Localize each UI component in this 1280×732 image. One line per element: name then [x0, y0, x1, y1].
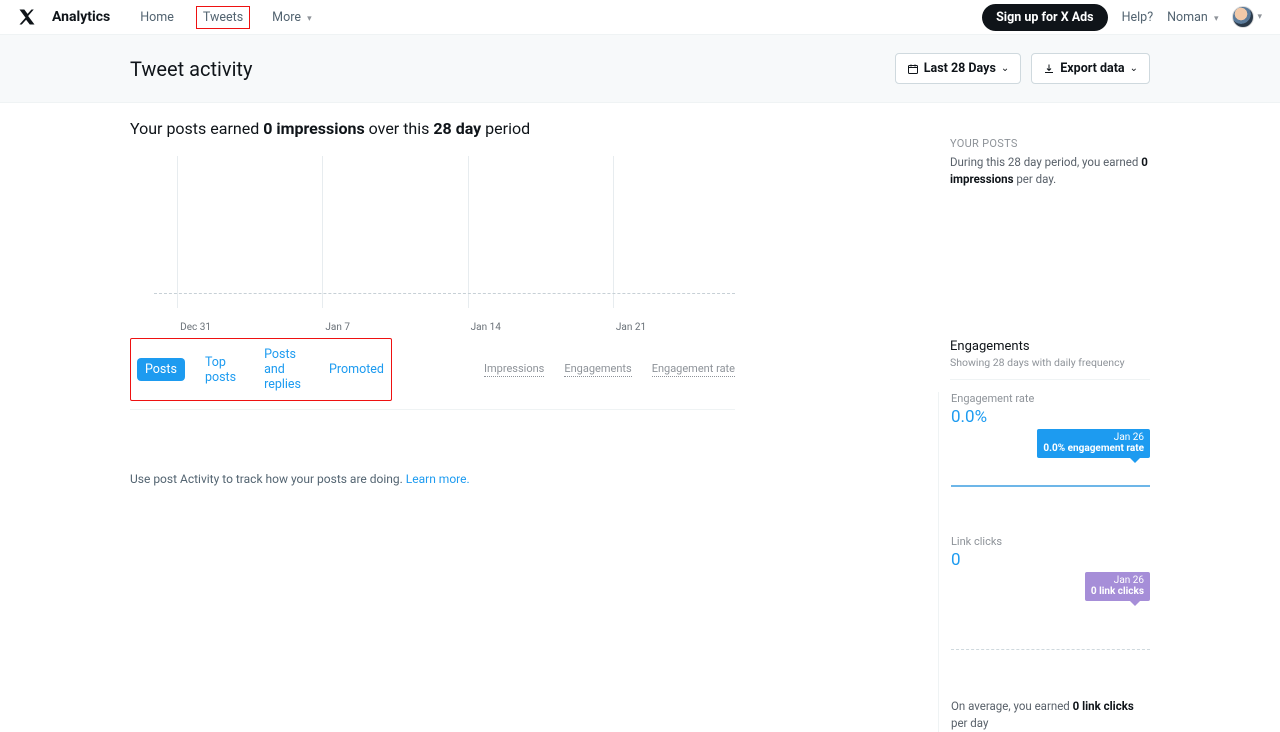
x-logo-icon [18, 8, 36, 26]
callout-date: Jan 26 [1043, 432, 1144, 443]
signup-button[interactable]: Sign up for X Ads [982, 4, 1108, 31]
brand-label: Analytics [52, 9, 110, 25]
left-column: Your posts earned 0 impressions over thi… [130, 103, 735, 732]
x-tick: Jan 21 [616, 322, 646, 333]
download-icon [1043, 63, 1055, 75]
post-filter-row: Posts Top posts Posts and replies Promot… [130, 332, 735, 410]
tab-posts-replies[interactable]: Posts and replies [256, 343, 309, 396]
engagement-rate-sparkline [951, 463, 1150, 507]
avg-suffix: per day [951, 716, 988, 730]
summary-middle: over this [365, 119, 434, 138]
right-column: YOUR POSTS During this 28 day period, yo… [950, 103, 1150, 732]
avatar [1232, 6, 1254, 28]
avg-link-clicks-text: On average, you earned 0 link clicks per… [951, 698, 1150, 732]
username-menu[interactable]: Noman ▾ [1167, 10, 1218, 25]
chevron-down-icon: ▾ [1214, 14, 1219, 24]
your-posts-label: YOUR POSTS [950, 137, 1150, 150]
daterange-button[interactable]: Last 28 Days ⌄ [895, 53, 1022, 84]
link-clicks-label: Link clicks [951, 535, 1150, 548]
chevron-down-icon: ⌄ [1130, 63, 1138, 74]
page-title: Tweet activity [130, 57, 252, 81]
nav-tweets[interactable]: Tweets [196, 6, 250, 29]
chevron-down-icon: ⌄ [1001, 63, 1009, 74]
post-filter-tabs: Posts Top posts Posts and replies Promot… [130, 338, 392, 401]
link-clicks-value: 0 [951, 550, 1150, 570]
avg-bold: 0 link clicks [1073, 699, 1134, 713]
activity-hint: Use post Activity to track how your post… [130, 472, 735, 486]
metric-column-tabs: Impressions Engagements Engagement rate [484, 362, 735, 377]
tab-posts[interactable]: Posts [137, 358, 185, 381]
link-clicks-sparkline [951, 606, 1150, 650]
tab-top-posts[interactable]: Top posts [197, 351, 244, 389]
metric-engagements[interactable]: Engagements [564, 362, 631, 377]
nav-more-label: More [272, 10, 301, 25]
x-tick: Jan 7 [325, 322, 350, 333]
help-link[interactable]: Help? [1122, 10, 1154, 25]
x-tick: Jan 14 [471, 322, 501, 333]
impressions-summary: Your posts earned 0 impressions over thi… [130, 119, 735, 138]
engagement-rate-label: Engagement rate [951, 392, 1150, 405]
impressions-chart: Dec 31 Jan 7 Jan 14 Jan 21 [154, 156, 735, 326]
tab-promoted[interactable]: Promoted [321, 358, 392, 381]
nav-home[interactable]: Home [134, 7, 180, 28]
hint-text: Use post Activity to track how your post… [130, 472, 406, 486]
x-tick: Dec 31 [180, 322, 211, 333]
top-nav: Analytics Home Tweets More ▾ Sign up for… [0, 0, 1280, 35]
nav-more[interactable]: More ▾ [266, 7, 317, 28]
summary-period: 28 day [433, 119, 481, 138]
engagements-sub: Showing 28 days with daily frequency [950, 356, 1150, 369]
export-label: Export data [1060, 61, 1124, 76]
callout-value: 0 link clicks [1091, 586, 1144, 597]
callout-value: 0.0% engagement rate [1043, 443, 1144, 454]
metric-impressions[interactable]: Impressions [484, 362, 544, 377]
daterange-label: Last 28 Days [924, 61, 996, 76]
engagement-rate-block: Engagement rate 0.0% Jan 26 0.0% engagem… [951, 392, 1150, 507]
calendar-icon [907, 63, 919, 75]
learn-more-link[interactable]: Learn more. [406, 472, 470, 486]
summary-prefix: Your posts earned [130, 119, 263, 138]
main-content: Your posts earned 0 impressions over thi… [130, 103, 1150, 732]
export-button[interactable]: Export data ⌄ [1031, 53, 1150, 84]
page-header-strip: Tweet activity Last 28 Days ⌄ Export dat… [0, 35, 1280, 103]
your-posts-prefix: During this 28 day period, you earned [950, 155, 1141, 169]
chevron-down-icon: ▾ [307, 14, 312, 24]
summary-impressions: 0 impressions [263, 119, 365, 138]
avg-prefix: On average, you earned [951, 699, 1073, 713]
your-posts-suffix: per day. [1014, 172, 1057, 186]
engagements-title: Engagements [950, 339, 1150, 354]
top-nav-right: Sign up for X Ads Help? Noman ▾ ▾ [982, 4, 1262, 31]
username-label: Noman [1167, 10, 1208, 25]
top-nav-left: Analytics Home Tweets More ▾ [18, 6, 318, 29]
metric-engagement-rate[interactable]: Engagement rate [652, 362, 735, 377]
chevron-down-icon: ▾ [1257, 12, 1262, 22]
account-switcher[interactable]: ▾ [1232, 6, 1262, 28]
callout-date: Jan 26 [1091, 575, 1144, 586]
engagement-rate-value: 0.0% [951, 407, 1150, 427]
summary-suffix: period [481, 119, 530, 138]
your-posts-text: During this 28 day period, you earned 0 … [950, 154, 1150, 189]
link-clicks-block: Link clicks 0 Jan 26 0 link clicks [951, 535, 1150, 650]
